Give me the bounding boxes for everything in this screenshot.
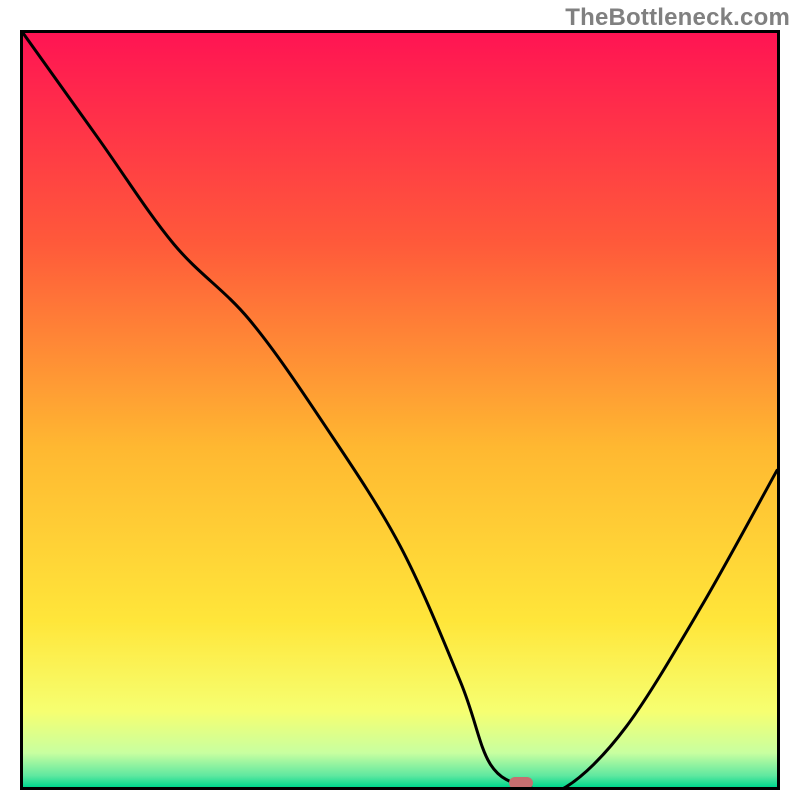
plot-area xyxy=(20,30,780,790)
optimal-marker xyxy=(509,777,533,789)
watermark-text: TheBottleneck.com xyxy=(565,4,790,32)
chart-container: TheBottleneck.com xyxy=(0,0,800,800)
bottleneck-curve xyxy=(23,33,777,787)
